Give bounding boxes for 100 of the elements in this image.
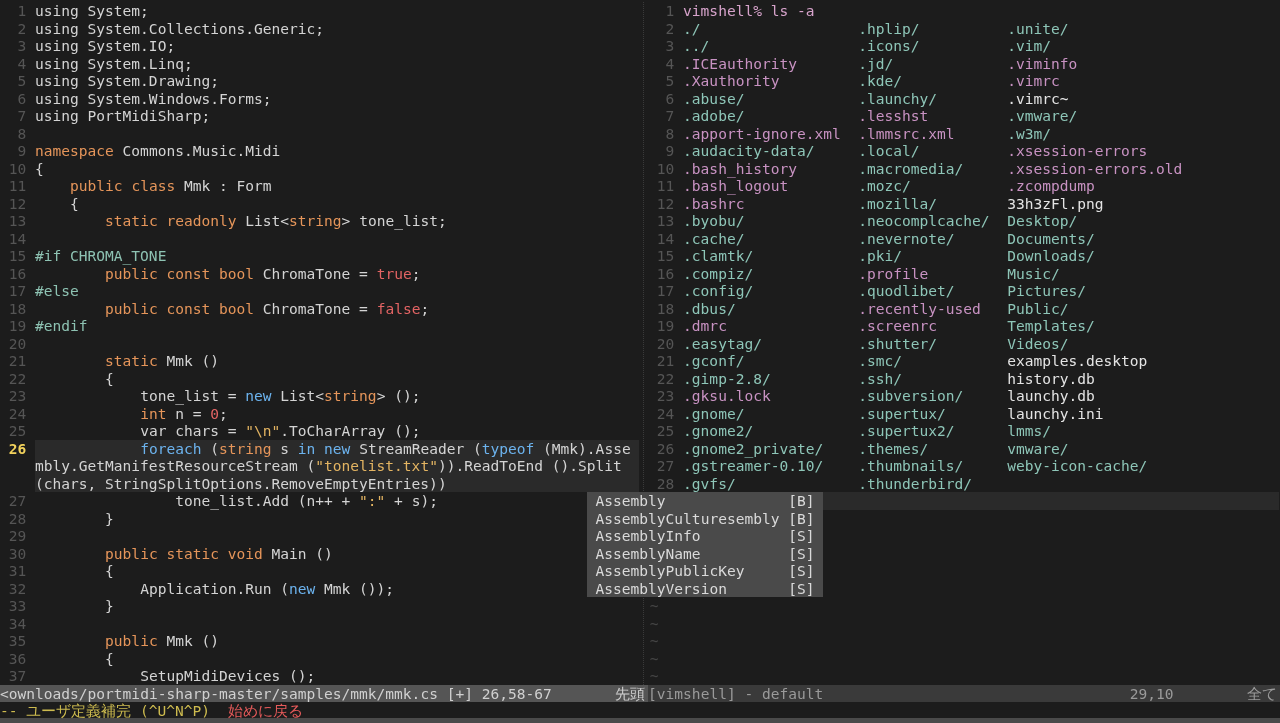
completion-item[interactable]: AssemblyCulturesembly [B] <box>586 509 824 527</box>
line-number: 32 <box>7 579 27 597</box>
file-name: .vim/ <box>1007 37 1051 54</box>
file-name: .audacity-data/ <box>683 142 815 159</box>
file-name: lmms/ <box>1007 422 1051 439</box>
line-number: 6 <box>665 89 675 107</box>
mode-message: -- ユーザ定義補完 (^U^N^P) <box>0 702 211 719</box>
line-number: 20 <box>7 334 27 352</box>
line-number: 19 <box>656 317 675 334</box>
line-number: 27 <box>656 457 675 474</box>
completion-item[interactable]: AssemblyName [S] <box>586 544 824 562</box>
file-name: .gksu.lock <box>683 387 771 404</box>
line-number: 3 <box>665 37 675 54</box>
file-name: ../ <box>683 37 710 54</box>
code-line: { <box>69 194 79 212</box>
line-number: 7 <box>16 107 27 125</box>
line-number: 24 <box>7 404 27 422</box>
code-line: Application.Run (new Mmk ()); <box>139 579 395 597</box>
file-name: .gnome2/ <box>683 422 754 439</box>
line-number: 23 <box>7 387 27 405</box>
file-name: .hplip/ <box>858 19 920 37</box>
file-name: .easytag/ <box>683 334 762 352</box>
code-line: SetupMidiDevices (); <box>139 667 316 685</box>
file-name: vmware/ <box>1007 439 1069 457</box>
file-name: .lmmsrc.xml <box>858 124 955 142</box>
file-name: Documents/ <box>1007 229 1095 247</box>
file-name: .screenrc <box>858 317 938 334</box>
completion-item[interactable]: AssemblyPublicKey [S] <box>586 562 824 580</box>
line-number: 9 <box>665 142 675 159</box>
status-message: 始めに戻る <box>227 702 303 719</box>
scroll-position: 先頭 <box>615 684 646 702</box>
line-number: 23 <box>656 387 675 404</box>
code-line: public Mmk () <box>104 632 219 650</box>
file-name: .bash_logout <box>683 177 789 194</box>
code-line: using System.Drawing; <box>35 72 219 90</box>
file-name: .quodlibet/ <box>858 282 955 299</box>
file-name: ./ <box>683 19 701 37</box>
completion-item[interactable]: AssemblyVersion [S] <box>586 579 824 597</box>
scroll-position: 全て <box>1247 684 1278 702</box>
line-number: 16 <box>656 264 675 282</box>
code-line: int n = 0; <box>139 404 228 422</box>
line-number: 27 <box>7 492 27 510</box>
file-name: .config/ <box>683 282 754 299</box>
code-line: { <box>104 562 114 580</box>
file-name: .vimrc~ <box>1007 89 1069 107</box>
file-name: .adobe/ <box>683 107 745 124</box>
file-name: .viminfo <box>1007 54 1078 72</box>
code-line: public class Mmk : Form <box>69 177 272 195</box>
line-number: 6 <box>16 89 27 107</box>
line-number: 10 <box>7 159 27 177</box>
code-line: using System.Windows.Forms; <box>35 89 272 107</box>
line-number: 22 <box>656 369 675 387</box>
line-number: 36 <box>7 649 27 667</box>
code-line: using System; <box>35 2 149 20</box>
file-name: .clamtk/ <box>683 247 754 264</box>
line-number: 4 <box>16 54 27 72</box>
line-number: 15 <box>7 247 27 265</box>
code-line: } <box>104 597 114 615</box>
code-line: tone_list.Add (n++ + ":" + s); <box>174 492 438 510</box>
file-name: .mozilla/ <box>858 194 938 212</box>
empty-line-marker: ~ <box>648 597 659 615</box>
file-name: .vmware/ <box>1007 107 1078 124</box>
line-number: 29 <box>7 527 27 545</box>
file-path: <ownloads/portmidi-sharp-master/samples/mmk/mmk.cs [+] <box>0 684 473 702</box>
file-name: .jd/ <box>858 54 894 72</box>
empty-line-marker: ~ <box>648 614 659 632</box>
file-name: 33h3zFl.png <box>1007 194 1104 212</box>
file-name: .thumbnails/ <box>858 457 964 474</box>
line-number: 37 <box>7 667 27 685</box>
line-number: 12 <box>7 194 27 212</box>
file-name: .ssh/ <box>858 369 903 387</box>
file-name: .bash_history <box>683 159 797 177</box>
file-name: .compiz/ <box>683 264 754 282</box>
file-name: .supertux/ <box>858 404 946 422</box>
file-name: .bashrc <box>683 194 745 212</box>
line-number: 21 <box>7 352 27 370</box>
code-line: public const bool ChromaTone = true; <box>105 264 421 282</box>
file-name: .lesshst <box>858 107 929 124</box>
line-number: 18 <box>656 299 675 317</box>
code-line: #else <box>35 282 79 300</box>
line-number: 9 <box>16 142 27 160</box>
file-name: .dmrc <box>683 317 727 334</box>
code-line: } <box>104 509 114 527</box>
file-name: launchy.db <box>1007 387 1095 404</box>
code-line: using System.Collections.Generic; <box>35 19 325 37</box>
completion-item[interactable]: AssemblyInfo [S] <box>586 527 824 545</box>
empty-line-marker: ~ <box>648 649 659 667</box>
line-number: 14 <box>656 229 675 247</box>
code-line: static readonly List<string> tone_list; <box>104 212 447 230</box>
file-name: .icons/ <box>858 37 920 54</box>
file-name: .unite/ <box>1007 19 1069 37</box>
code-line: #endif <box>35 317 88 335</box>
file-name: .byobu/ <box>683 212 745 229</box>
file-path: [vimshell] - default <box>648 684 825 702</box>
file-name: Music/ <box>1007 264 1060 282</box>
file-name: .xsession-errors.old <box>1007 159 1183 177</box>
completion-item[interactable]: Assembly [B] <box>586 492 824 510</box>
line-number: 25 <box>7 422 27 440</box>
file-name: .dbus/ <box>683 299 736 317</box>
line-number: 28 <box>656 474 675 492</box>
